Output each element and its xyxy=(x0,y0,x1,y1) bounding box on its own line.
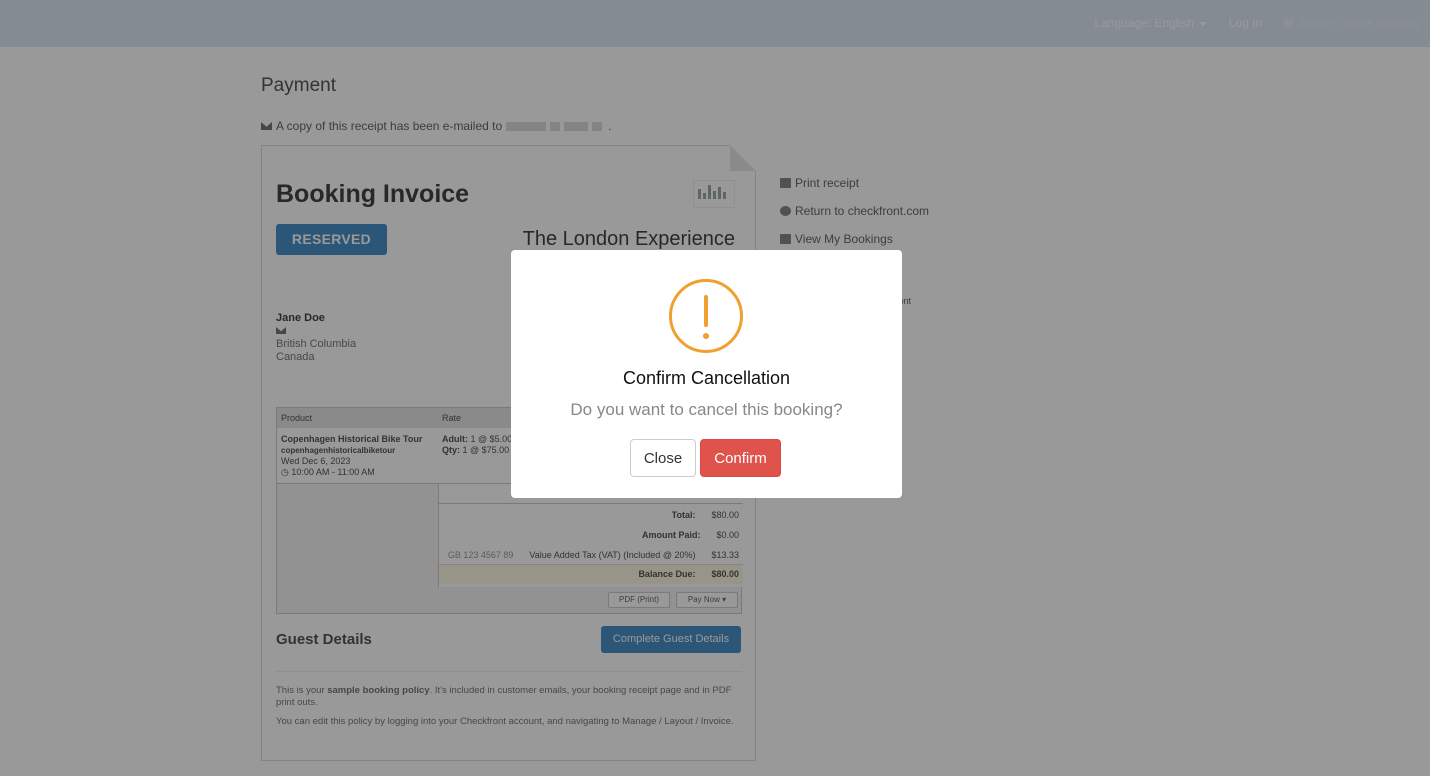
confirm-button[interactable]: Confirm xyxy=(700,439,781,477)
dialog-title: Confirm Cancellation xyxy=(622,368,791,388)
confirm-cancellation-dialog: Confirm Cancellation Do you want to canc… xyxy=(511,250,902,498)
dialog-message: Do you want to cancel this booking? xyxy=(570,400,843,419)
warning-icon xyxy=(669,279,743,353)
close-button[interactable]: Close xyxy=(630,439,696,477)
